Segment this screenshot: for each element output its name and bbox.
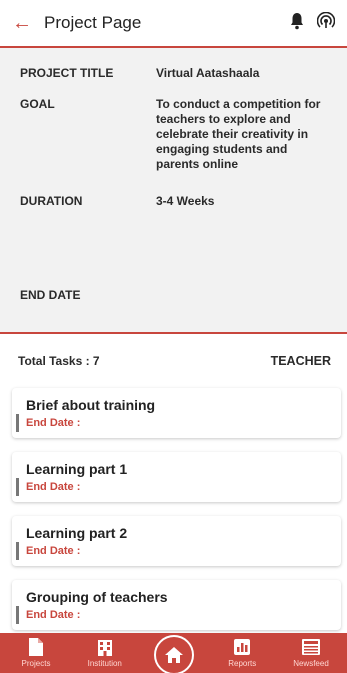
task-card[interactable]: Learning part 1 End Date : [12,452,341,502]
task-name: Grouping of teachers [26,589,168,605]
nav-projects[interactable]: Projects [6,637,66,668]
bell-icon[interactable] [289,12,305,35]
page-title: Project Page [44,13,142,32]
task-status-bar [16,606,19,624]
project-title-label: PROJECT TITLE [20,66,114,80]
nav-institution[interactable]: Institution [75,637,135,668]
end-date-label: END DATE [20,288,81,302]
bar-chart-icon [234,639,251,655]
nav-institution-label: Institution [87,659,122,668]
task-list: Brief about training End Date : Learning… [0,368,347,630]
tasks-header: Total Tasks : 7 TEACHER [0,334,347,368]
end-date-row: END DATE [20,288,156,302]
task-end-date: End Date : [26,545,81,557]
goal-row: GOAL To conduct a competition for teache… [20,97,327,172]
task-name: Brief about training [26,397,156,413]
goal-value: To conduct a competition for teachers to… [156,97,321,171]
task-end-date: End Date : [26,417,81,429]
bottom-nav: Projects Institution Reports Newsfeed [0,633,347,673]
header-actions [289,11,336,35]
task-status-bar [16,478,19,496]
task-name: Learning part 1 [26,461,128,477]
document-icon [29,638,43,656]
project-title-row: PROJECT TITLE Virtual Aatashaala [20,66,327,81]
task-card[interactable]: Grouping of teachers End Date : [12,580,341,630]
nav-newsfeed-label: Newsfeed [293,659,329,668]
task-end-date: End Date : [26,481,81,493]
task-end-date: End Date : [26,609,81,621]
home-button[interactable] [153,635,194,673]
app-header: ← Project Page [0,0,347,48]
building-icon [97,640,112,656]
nav-home[interactable] [144,635,204,673]
task-status-bar [16,542,19,560]
goal-label: GOAL [20,97,55,111]
total-tasks-label: Total Tasks : 7 [18,354,100,368]
task-card[interactable]: Brief about training End Date : [12,388,341,438]
newspaper-icon [302,639,320,655]
task-name: Learning part 2 [26,525,128,541]
role-label: TEACHER [270,354,331,368]
duration-value: 3-4 Weeks [156,194,215,208]
project-details-panel: PROJECT TITLE Virtual Aatashaala GOAL To… [0,48,347,334]
nav-reports-label: Reports [228,659,257,668]
task-status-bar [16,414,19,432]
duration-label: DURATION [20,194,83,208]
back-arrow-icon[interactable]: ← [12,12,40,35]
home-icon [164,647,183,663]
nav-newsfeed[interactable]: Newsfeed [281,637,341,668]
duration-row: DURATION 3-4 Weeks [20,194,327,209]
nav-reports[interactable]: Reports [212,637,272,668]
broadcast-icon[interactable] [316,11,336,35]
nav-projects-label: Projects [21,659,51,668]
project-title-value: Virtual Aatashaala [156,66,260,80]
task-card[interactable]: Learning part 2 End Date : [12,516,341,566]
